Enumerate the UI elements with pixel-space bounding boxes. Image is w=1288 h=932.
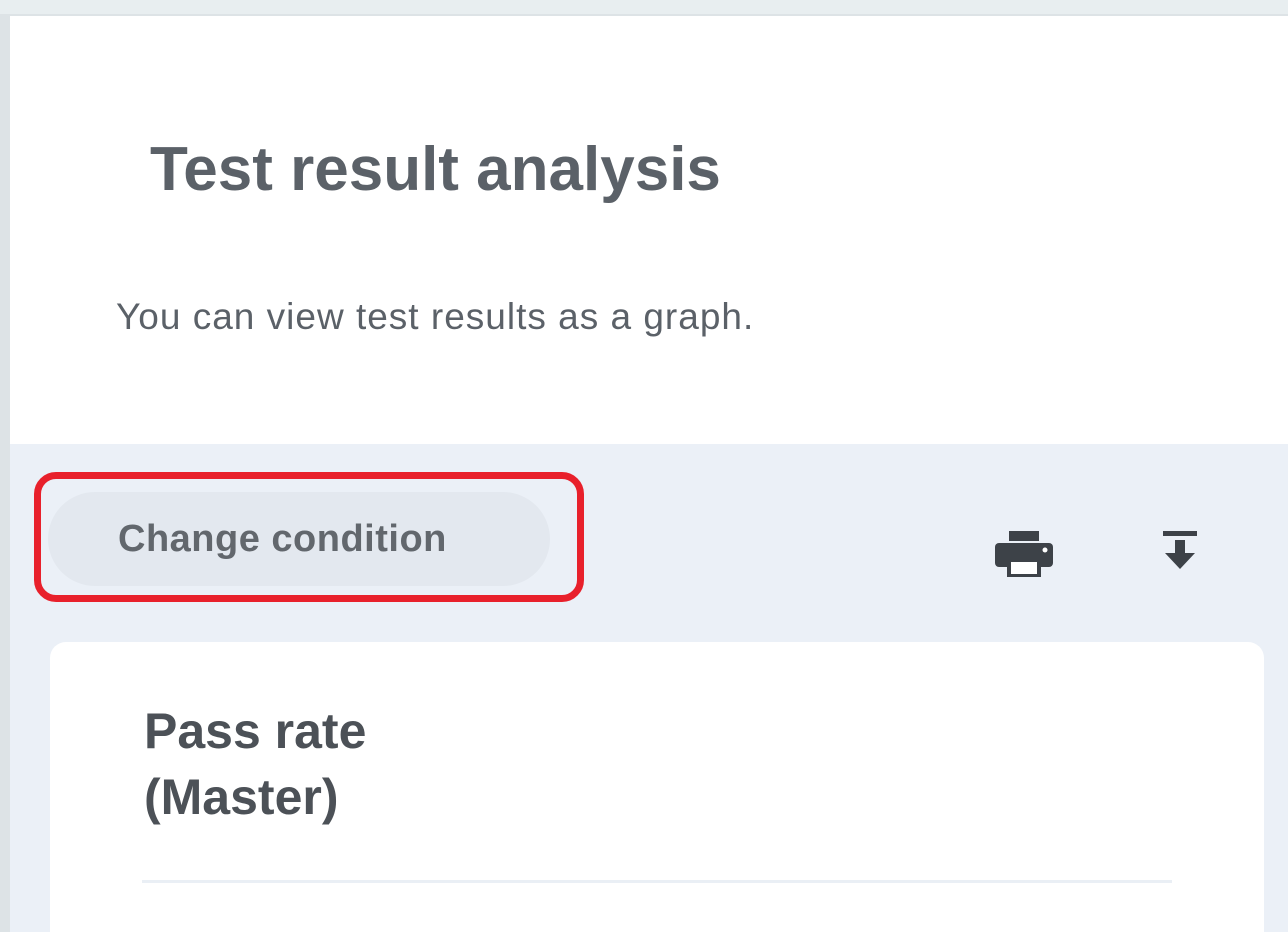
download-icon [1163, 531, 1197, 569]
card-title-line2: (Master) [144, 769, 339, 825]
change-condition-button[interactable]: Change condition [48, 492, 550, 586]
print-button[interactable] [989, 519, 1059, 589]
page-description: You can view test results as a graph. [116, 296, 755, 337]
page-container: Test result analysis You can view test r… [10, 16, 1288, 932]
card-title: Pass rate (Master) [144, 698, 366, 830]
toolbar-area: Change condition Pass rate (Master) [10, 444, 1288, 932]
card-divider [142, 880, 1172, 883]
download-button[interactable] [1145, 516, 1215, 586]
card-title-line1: Pass rate [144, 703, 367, 759]
printer-icon [995, 531, 1053, 577]
page-title: Test result analysis [150, 135, 721, 204]
pass-rate-card: Pass rate (Master) [50, 642, 1264, 932]
top-strip [0, 0, 1288, 14]
